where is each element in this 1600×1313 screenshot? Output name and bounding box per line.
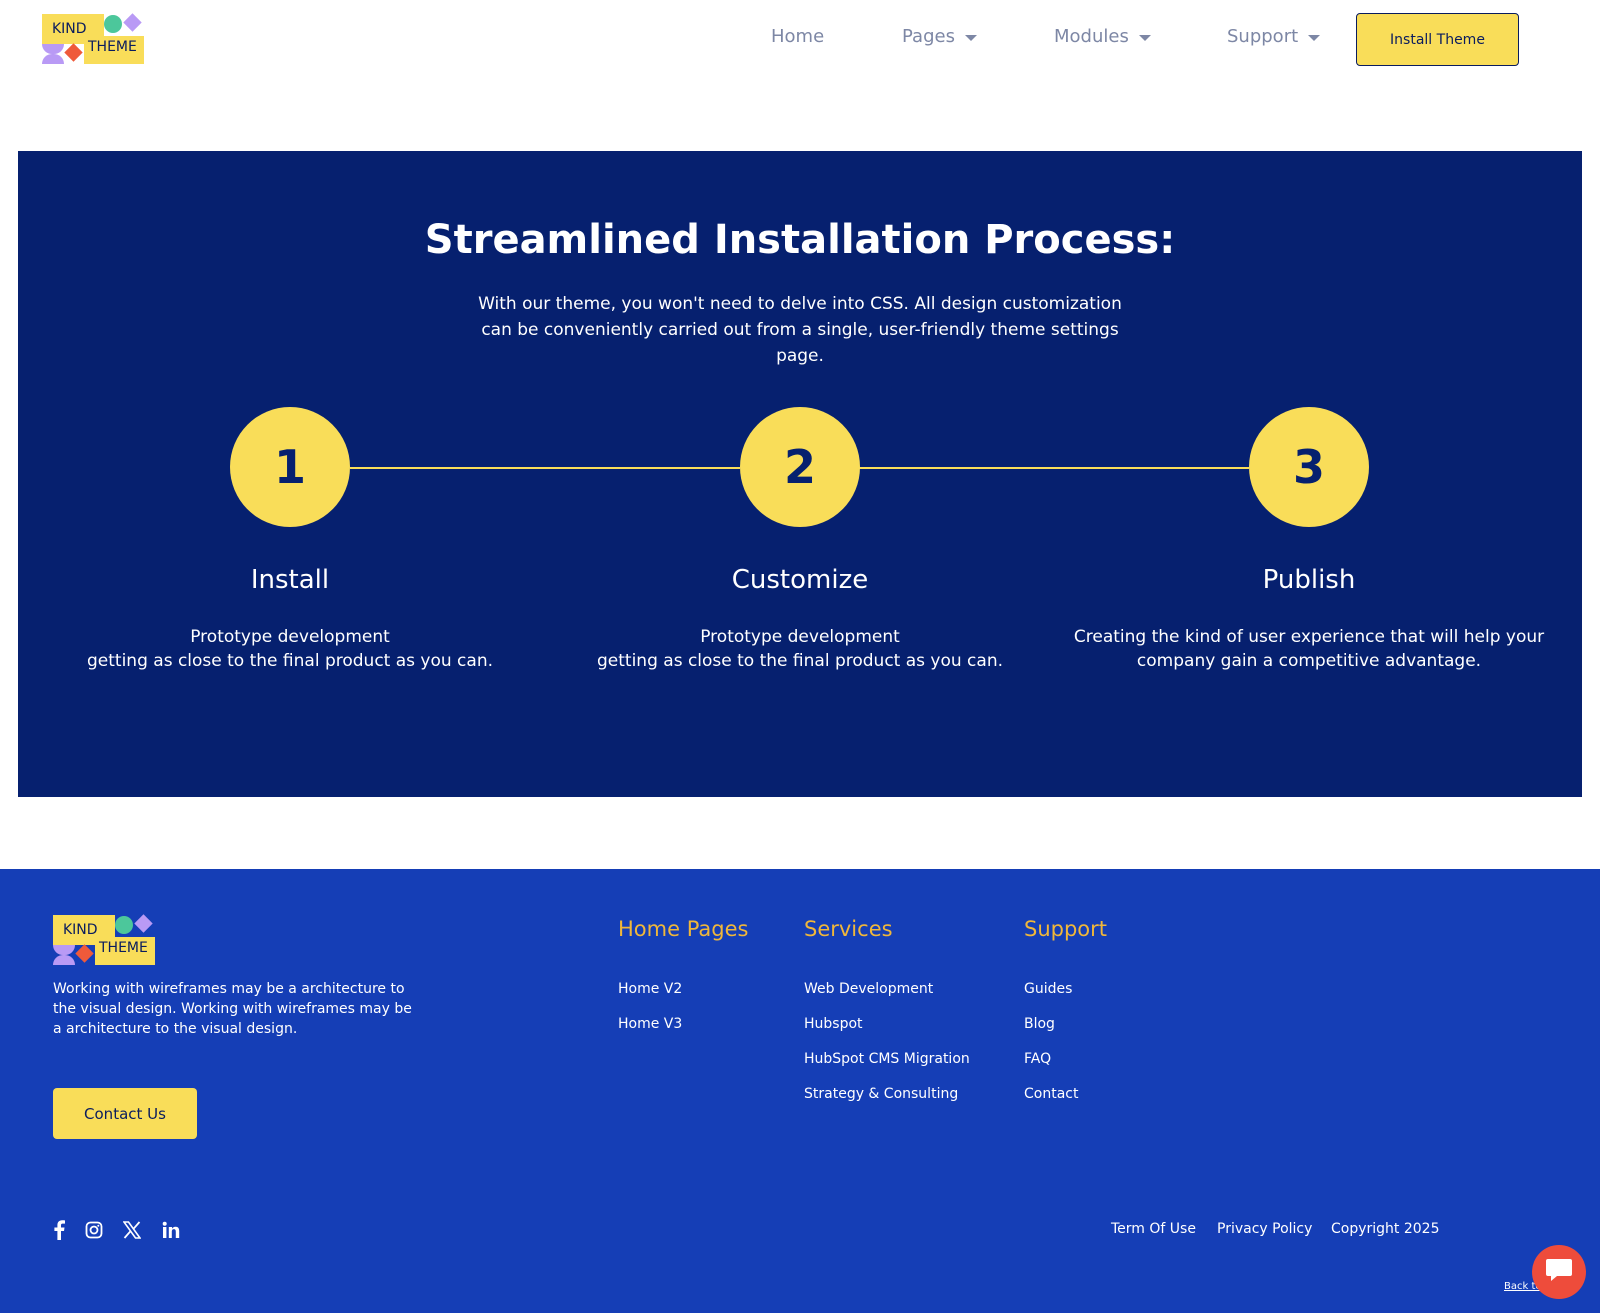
chat-button[interactable] (1532, 1245, 1586, 1299)
footer-heading-services: Services (804, 917, 893, 941)
step-1-number: 1 (230, 407, 350, 527)
logo-red-diamond-shape (64, 43, 83, 62)
step-2-desc-line2: getting as close to the final product as… (597, 651, 1003, 671)
logo-hourglass-shape (42, 44, 64, 64)
step-2-number: 2 (740, 407, 860, 527)
footer-heading-home-pages: Home Pages (618, 917, 749, 941)
terms-link[interactable]: Term Of Use (1111, 1221, 1196, 1237)
footer-link-guides[interactable]: Guides (1024, 981, 1072, 997)
footer-link-strategy[interactable]: Strategy & Consulting (804, 1086, 958, 1102)
privacy-link[interactable]: Privacy Policy (1217, 1221, 1312, 1237)
step-connector-line (859, 467, 1249, 469)
footer-link-home-v3[interactable]: Home V3 (618, 1016, 682, 1032)
step-3-description: Creating the kind of user experience tha… (1064, 625, 1554, 673)
logo-hourglass-shape (53, 945, 75, 965)
install-theme-button[interactable]: Install Theme (1356, 13, 1519, 66)
step-1-description: Prototype development getting as close t… (55, 625, 525, 673)
nav-home-label: Home (771, 26, 825, 47)
logo-red-diamond-shape (75, 944, 94, 963)
logo-circle-shape (104, 15, 122, 33)
nav-modules-label: Modules (1054, 26, 1129, 47)
footer-heading-support: Support (1024, 917, 1108, 941)
chevron-down-icon (1138, 34, 1151, 41)
instagram-icon[interactable] (83, 1219, 105, 1241)
footer-link-cms-migration[interactable]: HubSpot CMS Migration (804, 1051, 970, 1067)
chat-bubble-icon (1545, 1257, 1573, 1287)
footer-link-contact[interactable]: Contact (1024, 1086, 1078, 1102)
linkedin-icon[interactable] (160, 1219, 182, 1241)
step-3-desc-line2: company gain a competitive advantage. (1136, 651, 1482, 671)
chevron-down-icon (964, 34, 977, 41)
footer-link-blog[interactable]: Blog (1024, 1016, 1055, 1032)
logo-circle-shape (115, 916, 133, 934)
step-3-number: 3 (1249, 407, 1369, 527)
footer-link-faq[interactable]: FAQ (1024, 1051, 1051, 1067)
x-icon[interactable] (121, 1219, 143, 1241)
logo-diamond-shape (123, 13, 142, 32)
section-description: With our theme, you won't need to delve … (478, 294, 1122, 366)
footer-logo[interactable]: KIND THEME (53, 914, 157, 967)
step-2-description: Prototype development getting as close t… (565, 625, 1035, 673)
step-2-desc-line1: Prototype development (700, 627, 900, 647)
nav-home[interactable]: Home (771, 26, 824, 47)
section-title: Streamlined Installation Process: (424, 217, 1176, 263)
installation-process-section: Streamlined Installation Process: With o… (18, 151, 1582, 797)
logo-word-theme: THEME (84, 36, 144, 64)
contact-us-button[interactable]: Contact Us (53, 1088, 197, 1139)
nav-pages[interactable]: Pages (902, 26, 977, 47)
site-footer: KIND THEME Working with wireframes may b… (0, 869, 1600, 1313)
step-1-title: Install (250, 565, 330, 595)
chevron-down-icon (1308, 34, 1321, 41)
step-1-desc-line1: Prototype development (190, 627, 390, 647)
footer-about-text: Working with wireframes may be a archite… (53, 981, 412, 1037)
site-header: KIND THEME Home Pages Modules Support In… (0, 0, 1600, 80)
footer-link-web-development[interactable]: Web Development (804, 981, 933, 997)
nav-support[interactable]: Support (1227, 26, 1321, 47)
step-3-desc-line1: Creating the kind of user experience tha… (1073, 627, 1545, 647)
step-1-desc-line2: getting as close to the final product as… (87, 651, 493, 671)
copyright-text: Copyright 2025 (1331, 1221, 1440, 1237)
nav-modules[interactable]: Modules (1054, 26, 1151, 47)
facebook-icon[interactable] (48, 1219, 70, 1241)
footer-link-hubspot[interactable]: Hubspot (804, 1016, 863, 1032)
logo[interactable]: KIND THEME (42, 13, 146, 66)
step-3-title: Publish (1262, 565, 1356, 595)
logo-diamond-shape (134, 914, 153, 933)
footer-link-home-v2[interactable]: Home V2 (618, 981, 682, 997)
step-connector-line (350, 467, 740, 469)
logo-word-theme: THEME (95, 937, 155, 965)
nav-pages-label: Pages (902, 26, 955, 47)
step-2-title: Customize (731, 565, 869, 595)
nav-support-label: Support (1227, 26, 1299, 47)
